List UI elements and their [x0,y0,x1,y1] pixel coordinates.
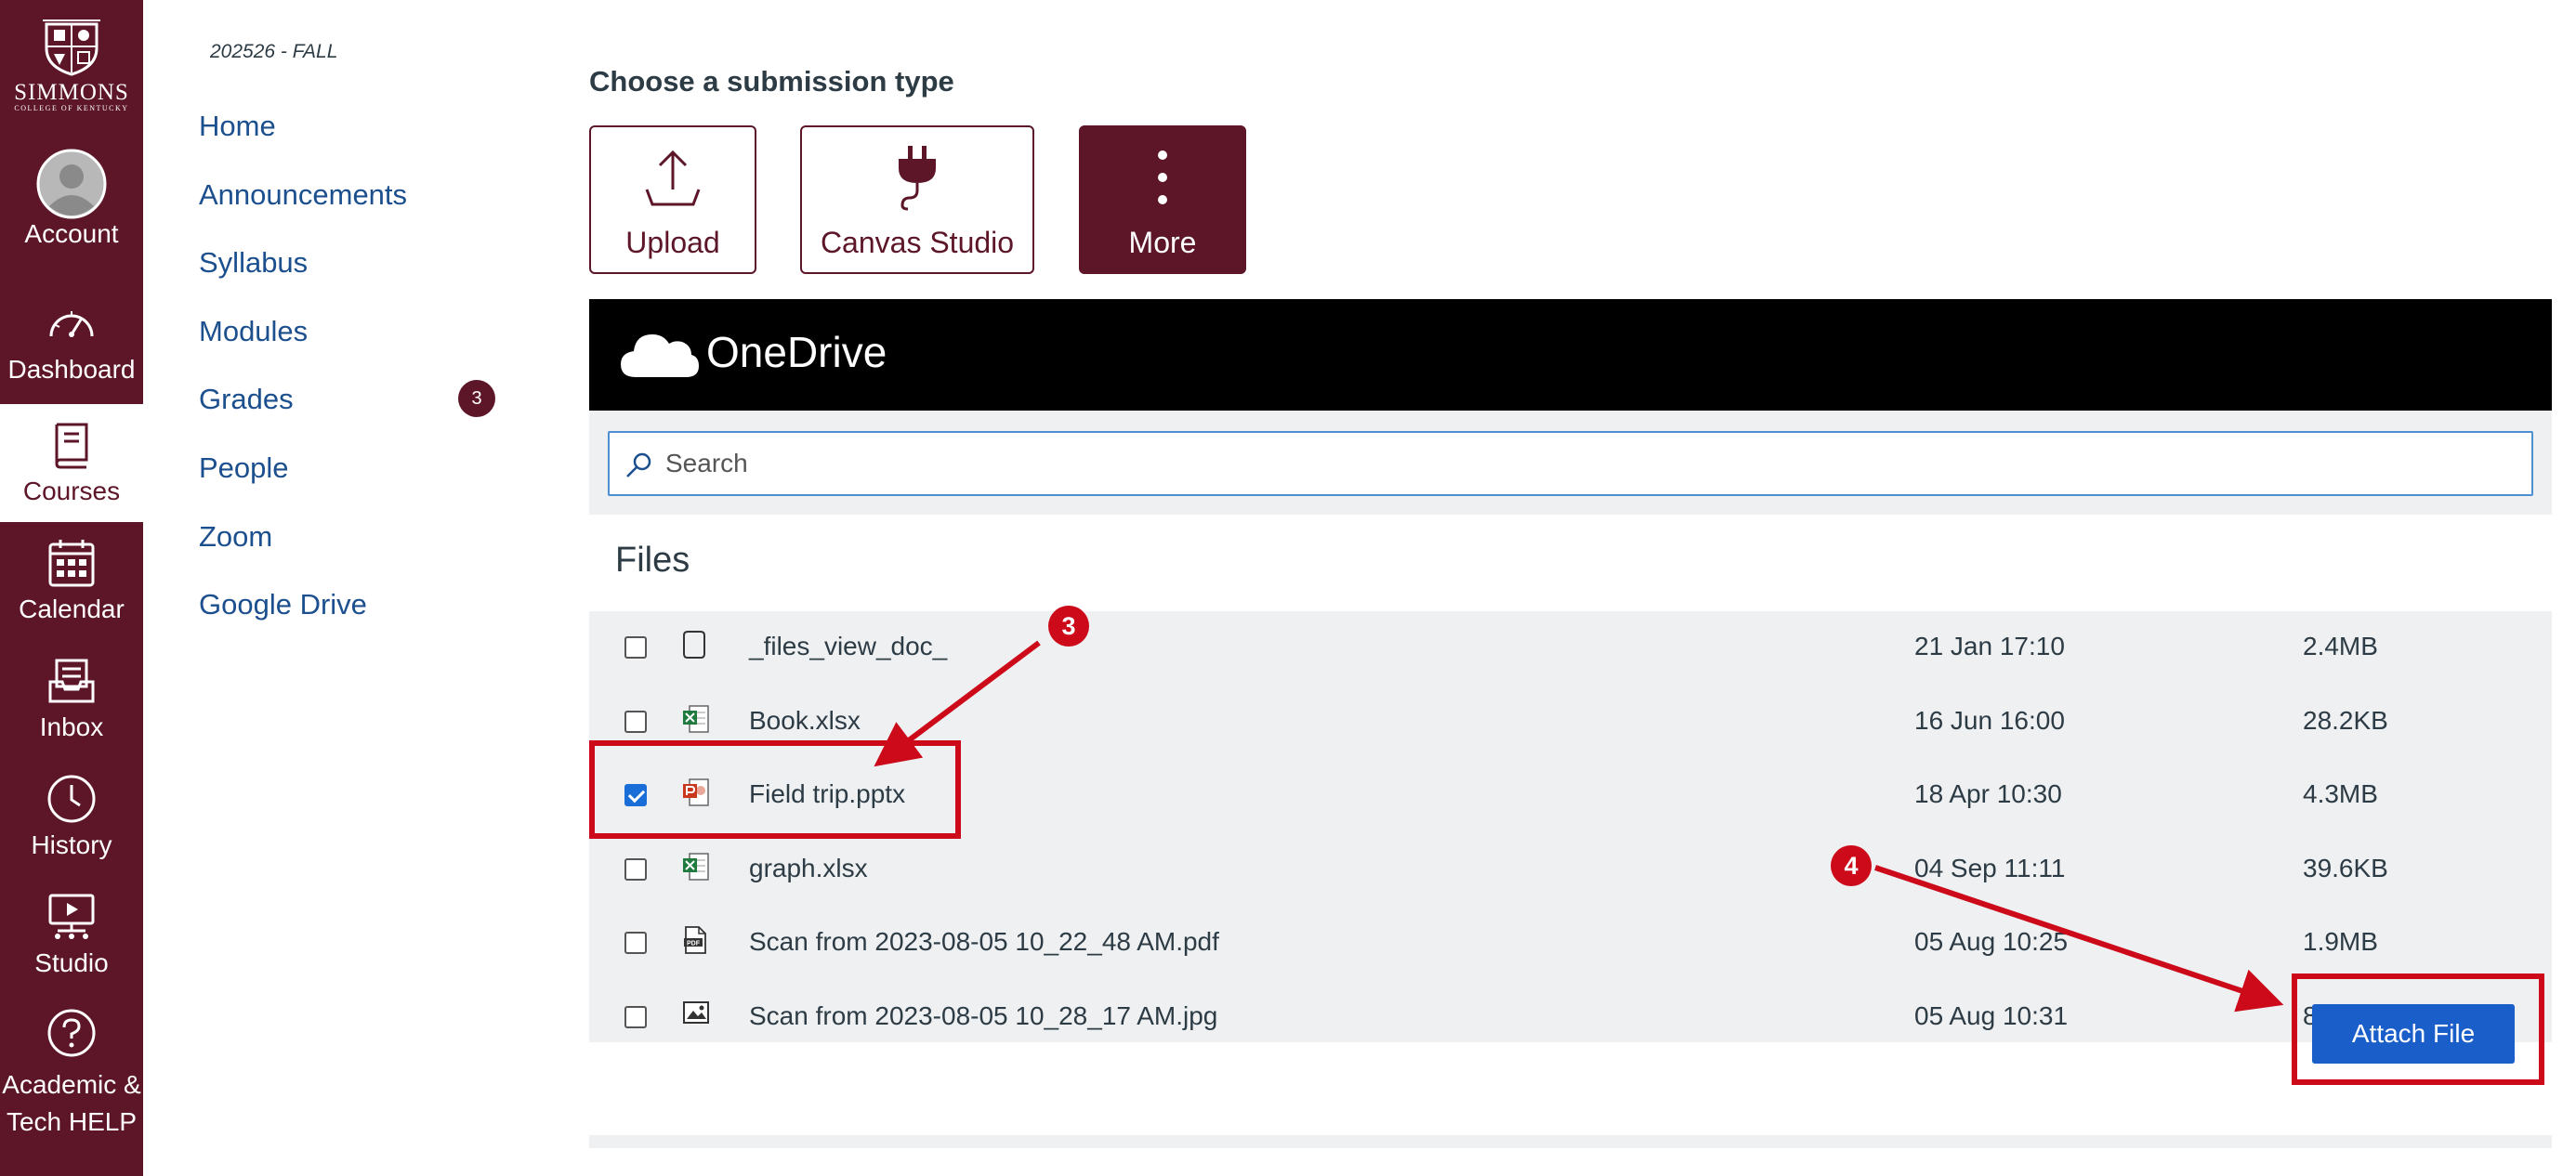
nav-account[interactable]: Account [0,137,143,255]
onedrive-cloud-icon [621,334,699,377]
inbox-icon [0,653,143,709]
file-checkbox[interactable] [624,932,647,954]
more-vertical-icon [1081,140,1244,215]
studio-icon [0,889,143,945]
help-icon [0,1005,143,1061]
image-file-icon [682,1000,710,1031]
logo-name: SIMMONS [14,80,129,105]
calendar-icon [0,535,143,591]
nav-calendar[interactable]: Calendar [0,522,143,640]
file-name[interactable]: _files_view_doc_ [749,632,947,661]
search-input[interactable] [665,440,2515,487]
course-nav-syllabus[interactable]: Syllabus [199,246,308,280]
file-date: 16 Jun 16:00 [1914,705,2065,735]
file-name[interactable]: Scan from 2023-08-05 10_28_17 AM.jpg [749,1001,1217,1031]
search-box[interactable] [608,431,2533,496]
file-date: 05 Aug 10:25 [1914,927,2069,956]
courses-book-icon [0,417,143,473]
onedrive-title: OneDrive [706,328,887,376]
course-nav-people[interactable]: People [199,451,289,485]
nav-studio-label: Studio [34,948,109,977]
file-name[interactable]: graph.xlsx [749,854,868,883]
excel-file-icon [682,852,710,883]
excel-file-icon [682,704,710,736]
file-date: 05 Aug 10:31 [1914,1000,2069,1030]
file-row[interactable]: graph.xlsx 04 Sep 11:11 39.6KB [589,833,2552,907]
svg-text:PDF: PDF [687,941,701,947]
pdf-file-icon: PDF [682,925,710,957]
file-checkbox[interactable] [624,636,647,659]
submission-type-heading: Choose a submission type [589,65,954,98]
course-nav-grades[interactable]: Grades [199,383,294,416]
college-logo[interactable]: SIMMONS COLLEGE OF KENTUCKY [0,0,143,130]
logo-subtitle: COLLEGE OF KENTUCKY [14,104,129,112]
nav-inbox[interactable]: Inbox [0,640,143,758]
course-nav-zoom[interactable]: Zoom [199,520,272,554]
nav-courses[interactable]: Courses [0,404,143,522]
panel-bottom-bar [589,1135,2552,1148]
file-date: 21 Jan 17:10 [1914,632,2065,660]
course-nav-announcements[interactable]: Announcements [199,178,407,212]
account-avatar-icon [0,149,143,219]
search-icon [626,452,651,477]
file-row[interactable]: Scan from 2023-08-05 10_28_17 AM.jpg 05 A… [589,981,2552,1054]
nav-help-label-line2: Tech HELP [6,1107,138,1136]
nav-history-label: History [31,830,112,859]
dashboard-gauge-icon [0,295,143,351]
submission-upload-button[interactable]: Upload [589,125,756,274]
history-clock-icon [0,771,143,827]
submission-canvas-studio-button[interactable]: Canvas Studio [800,125,1034,274]
file-generic-icon [682,630,710,661]
file-checkbox[interactable] [624,1005,647,1028]
onedrive-header: OneDrive [589,299,2552,411]
file-date: 18 Apr 10:30 [1914,779,2062,808]
canvas-studio-label: Canvas Studio [820,226,1015,259]
course-nav-google-drive[interactable]: Google Drive [199,588,367,621]
file-checkbox[interactable] [624,857,647,881]
file-size: 2.4MB [2303,632,2378,660]
file-checkbox[interactable] [624,710,647,733]
upload-icon [591,140,755,215]
step-3-badge: 3 [1048,606,1089,647]
global-navigation: SIMMONS COLLEGE OF KENTUCKY Account Dash… [0,0,143,1176]
nav-dashboard-label: Dashboard [7,355,136,384]
nav-studio[interactable]: Studio [0,876,143,994]
course-nav-modules[interactable]: Modules [199,315,308,348]
plug-icon [802,140,1032,215]
nav-dashboard[interactable]: Dashboard [0,286,143,404]
more-label: More [1128,226,1197,259]
nav-calendar-label: Calendar [19,595,125,623]
nav-help[interactable]: Academic & Tech HELP [0,994,143,1143]
search-area [589,411,2552,515]
attach-button-highlight [2292,973,2544,1085]
nav-help-label: Academic & Tech HELP [0,1066,143,1141]
grades-count-badge: 3 [458,380,495,417]
step-4-badge: 4 [1831,845,1872,886]
nav-history[interactable]: History [0,758,143,876]
upload-label: Upload [625,226,720,259]
crest-icon [43,20,100,76]
file-date: 04 Sep 11:11 [1914,853,2066,882]
term-label: 202526 - FALL [210,41,338,62]
nav-help-label-line1: Academic & [2,1070,141,1099]
files-heading: Files [615,541,690,580]
file-row[interactable]: PDF Scan from 2023-08-05 10_22_48 AM.pdf 0… [589,907,2552,980]
file-size: 1.9MB [2303,927,2378,956]
submission-more-button[interactable]: More [1079,125,1246,274]
file-name[interactable]: Book.xlsx [749,706,861,736]
nav-inbox-label: Inbox [39,712,104,741]
selected-file-highlight [589,740,961,839]
file-size: 4.3MB [2303,779,2378,808]
nav-account-label: Account [24,219,119,248]
file-name[interactable]: Scan from 2023-08-05 10_22_48 AM.pdf [749,927,1219,957]
course-nav-home[interactable]: Home [199,110,276,143]
file-size: 28.2KB [2303,705,2388,735]
file-size: 39.6KB [2303,853,2388,882]
file-row[interactable]: _files_view_doc_ 21 Jan 17:10 2.4MB [589,611,2552,685]
nav-courses-label: Courses [22,477,121,505]
